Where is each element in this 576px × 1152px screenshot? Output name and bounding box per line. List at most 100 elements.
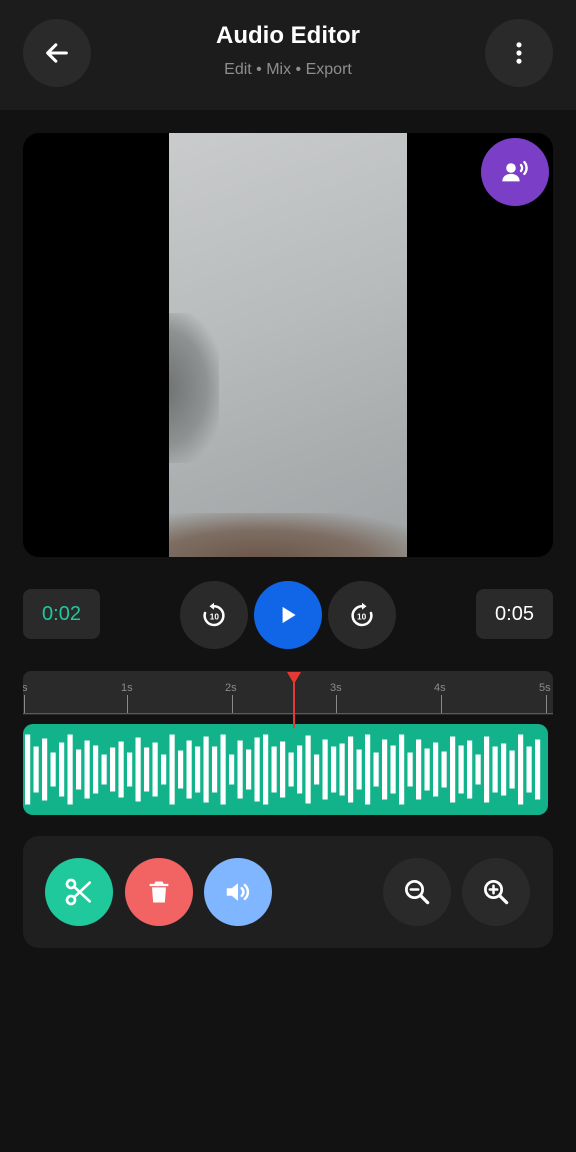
playhead-line[interactable]: [293, 680, 295, 728]
video-preview[interactable]: [23, 133, 553, 557]
waveform-bar: [186, 740, 192, 799]
waveform-bar: [535, 739, 541, 800]
audio-waveform[interactable]: [23, 724, 548, 815]
waveform-bar: [220, 734, 226, 805]
waveform-bar: [229, 754, 235, 785]
waveform-bar: [203, 736, 209, 803]
waveform-bar: [450, 736, 456, 803]
waveform-bar: [314, 754, 320, 785]
waveform-bar: [67, 734, 73, 805]
waveform-bar: [339, 743, 345, 796]
tick-4: [441, 695, 442, 713]
waveform-bar: [280, 741, 286, 798]
waveform-bar: [348, 736, 354, 803]
play-icon: [282, 606, 296, 624]
forward-10-icon: 10: [351, 602, 373, 627]
cut-button[interactable]: [45, 858, 113, 926]
waveform-bar: [484, 736, 490, 803]
forward-10-button[interactable]: 10: [328, 581, 396, 649]
tick-label-4: 4s: [434, 682, 446, 694]
waveform-bar: [390, 745, 396, 794]
video-shadow: [169, 313, 219, 463]
ruler-baseline: [23, 713, 553, 714]
waveform-bar: [297, 745, 303, 794]
waveform-bar: [178, 750, 184, 789]
header: Audio Editor Edit • Mix • Export: [0, 0, 576, 110]
tick-label-3: 3s: [330, 682, 342, 694]
rewind-10-button[interactable]: 10: [180, 581, 248, 649]
tick-label-5: 5s: [539, 682, 551, 694]
waveform-bar: [526, 746, 532, 793]
play-button[interactable]: [254, 581, 322, 649]
tick-label-0: s: [23, 682, 28, 694]
delete-button[interactable]: [125, 858, 193, 926]
waveform-bar: [42, 738, 48, 801]
volume-button[interactable]: [204, 858, 272, 926]
waveform-bar: [33, 746, 39, 793]
waveform-bar: [475, 754, 481, 785]
tick-0: [24, 695, 25, 713]
waveform-bar: [127, 752, 133, 787]
zoom-in-icon: [484, 880, 509, 905]
voice-over-button[interactable]: [481, 138, 549, 206]
waveform-bar: [399, 734, 405, 805]
waveform-bar: [271, 746, 277, 793]
waveform-bar: [135, 737, 141, 802]
waveform-bar: [144, 747, 150, 792]
tick-label-2: 2s: [225, 682, 237, 694]
waveform-bar: [305, 735, 311, 804]
tick-2: [232, 695, 233, 713]
waveform-bar: [195, 746, 201, 793]
waveform-bars: [25, 734, 541, 805]
waveform-bar: [441, 751, 447, 788]
waveform-bar: [467, 740, 473, 799]
waveform-bar: [424, 748, 430, 791]
audio-editor-screen: Audio Editor Edit • Mix • Export 0:02 10…: [0, 0, 576, 1152]
waveform-bar: [288, 752, 294, 787]
waveform-bar: [50, 752, 56, 787]
tick-5: [546, 695, 547, 713]
zoom-in-button[interactable]: [462, 858, 530, 926]
waveform-bar: [25, 734, 31, 805]
current-time: 0:02: [23, 589, 100, 639]
zoom-out-icon: [405, 880, 430, 905]
more-vertical-icon: [516, 42, 522, 64]
waveform-bar: [84, 740, 90, 799]
waveform-bar: [373, 752, 379, 787]
waveform-bar: [331, 746, 337, 793]
video-frame-image: [169, 133, 407, 557]
svg-text:10: 10: [210, 612, 220, 621]
waveform-bar: [356, 749, 362, 790]
svg-text:10: 10: [357, 612, 367, 621]
waveform-bar: [237, 740, 243, 799]
waveform-bar: [518, 734, 524, 805]
waveform-bar: [254, 737, 260, 802]
waveform-bar: [407, 752, 413, 787]
waveform-bar: [263, 734, 269, 805]
waveform-bar: [365, 734, 371, 805]
waveform-bar: [152, 742, 158, 797]
waveform-bar: [118, 741, 124, 798]
trash-icon: [149, 881, 169, 903]
waveform-bar: [59, 742, 65, 797]
waveform-bar: [76, 749, 82, 790]
waveform-bar: [169, 734, 175, 805]
video-shadow-bottom: [169, 513, 407, 557]
waveform-bar: [382, 739, 388, 800]
tick-1: [127, 695, 128, 713]
volume-icon: [226, 883, 250, 901]
waveform-bar: [212, 746, 218, 793]
waveform-bar: [322, 739, 328, 800]
waveform-bar: [93, 745, 99, 794]
waveform-bar: [110, 747, 116, 792]
more-options-button[interactable]: [485, 19, 553, 87]
waveform-bar: [101, 754, 107, 785]
waveform-bar: [161, 754, 167, 785]
waveform-bar: [458, 745, 464, 794]
playhead-marker[interactable]: [286, 671, 302, 685]
zoom-out-button[interactable]: [383, 858, 451, 926]
waveform-bar: [416, 739, 422, 800]
scissors-icon: [65, 878, 91, 906]
waveform-bar: [509, 750, 515, 789]
tick-label-1: 1s: [121, 682, 133, 694]
